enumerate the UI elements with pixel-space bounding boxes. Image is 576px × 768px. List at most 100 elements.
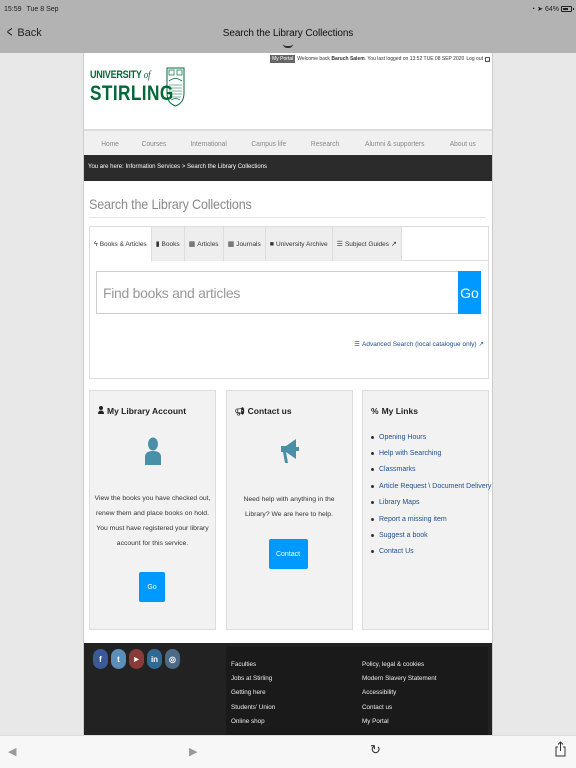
back-arrow-icon[interactable]: ◀: [8, 745, 16, 758]
social-links: f t ▶ in ◎: [93, 649, 180, 669]
footer-link[interactable]: Students' Union: [231, 704, 275, 718]
forward-arrow-icon[interactable]: ▶: [189, 745, 197, 758]
bolt-icon: ϟ: [94, 240, 98, 248]
site-footer: f t ▶ in ◎ Faculties Jobs at Stirling Ge…: [84, 643, 492, 735]
link-help-searching[interactable]: Help with Searching: [371, 445, 491, 461]
search-input[interactable]: [96, 271, 458, 314]
browser-top-bar: 15:59 Tue 8 Sep ◔ ➤ 64% < Back Search th…: [0, 0, 576, 53]
link-contact-us[interactable]: Contact Us: [371, 544, 491, 560]
link-article-request[interactable]: Article Request \ Document Delivery: [371, 478, 491, 494]
list-icon: ☰: [336, 241, 343, 248]
reload-icon[interactable]: ↻: [370, 742, 381, 758]
link-classmarks[interactable]: Classmarks: [371, 462, 491, 478]
search-panel: ϟ Books & Articles ▮ Books ▦ Articles ▦ …: [89, 226, 489, 379]
archive-icon: ■: [269, 240, 274, 248]
tab-subject-guides[interactable]: ☰ Subject Guides ↗: [332, 227, 402, 261]
bullhorn-icon: 📢︎: [234, 406, 245, 416]
footer-link[interactable]: Jobs at Stirling: [231, 675, 275, 689]
search-form: Go: [96, 271, 481, 314]
share-icon[interactable]: [555, 741, 566, 760]
status-date: Tue 8 Sep: [26, 5, 59, 13]
newspaper-icon: ▦: [188, 241, 196, 248]
nav-campus-life[interactable]: Campus life: [252, 139, 287, 148]
newspaper-icon: ▦: [227, 241, 235, 248]
wifi-icon: ◔: [530, 5, 536, 13]
browser-bottom-bar: ◀ ▶ ↻: [0, 735, 576, 768]
tab-university-archive[interactable]: ■ University Archive: [265, 227, 333, 261]
logout-link[interactable]: Log out: [466, 56, 483, 62]
tab-articles[interactable]: ▦ Articles: [184, 227, 224, 261]
info-cards: My Library Account View the books you ha…: [89, 390, 491, 630]
footer-link[interactable]: Contact us: [362, 704, 437, 718]
list-icon: ☰: [354, 341, 360, 348]
my-links-card: % My Links Opening Hours Help with Searc…: [362, 390, 491, 630]
collapse-chevron-icon[interactable]: [283, 44, 293, 48]
nav-research[interactable]: Research: [311, 139, 339, 148]
library-account-card: My Library Account View the books you ha…: [89, 390, 216, 630]
footer-link[interactable]: Policy, legal & cookies: [362, 661, 437, 675]
tab-books[interactable]: ▮ Books: [151, 227, 185, 261]
youtube-icon[interactable]: ▶: [129, 649, 144, 669]
university-logo[interactable]: UNIVERSITY of STIRLING: [90, 67, 190, 111]
tab-journals[interactable]: ▦ Journals: [223, 227, 266, 261]
external-link-icon: ↗: [391, 241, 397, 248]
card-text: View the books you have checked out, ren…: [94, 495, 211, 547]
page-heading: Search the Library Collections: [89, 196, 252, 212]
link-library-maps[interactable]: Library Maps: [371, 495, 491, 511]
nav-home[interactable]: Home: [101, 139, 119, 148]
contact-card: 📢︎ Contact us Need help with anything in…: [225, 390, 353, 630]
footer-link[interactable]: Faculties: [231, 661, 275, 675]
footer-col-1: Faculties Jobs at Stirling Getting here …: [231, 661, 275, 732]
footer-link[interactable]: Online shop: [231, 718, 275, 732]
facebook-icon[interactable]: f: [93, 649, 108, 669]
link-icon: %: [371, 406, 379, 416]
status-time: 15:59: [4, 5, 22, 13]
heading-divider: [89, 217, 486, 218]
card-title: Contact us: [247, 406, 292, 416]
nav-international[interactable]: International: [190, 139, 226, 148]
linkedin-icon[interactable]: in: [147, 649, 162, 669]
tab-books-articles[interactable]: ϟ Books & Articles: [90, 227, 152, 262]
footer-link[interactable]: Accessibility: [362, 689, 437, 703]
instagram-icon[interactable]: ◎: [165, 649, 180, 669]
search-tabs: ϟ Books & Articles ▮ Books ▦ Articles ▦ …: [90, 227, 488, 262]
account-go-button[interactable]: Go: [139, 572, 165, 602]
card-title: My Links: [381, 406, 418, 416]
card-text: Need help with anything in the Library? …: [243, 496, 335, 518]
user-icon: [98, 406, 104, 416]
main-navigation: Home Courses International Campus life R…: [84, 129, 492, 155]
footer-link[interactable]: Modern Slavery Statement: [362, 675, 437, 689]
search-go-button[interactable]: Go: [458, 271, 481, 314]
link-suggest-book[interactable]: Suggest a book: [371, 527, 491, 543]
user-name: Baruch Salem: [331, 56, 365, 62]
footer-link[interactable]: My Portal: [362, 718, 437, 732]
links-list: Opening Hours Help with Searching Classm…: [371, 429, 491, 560]
crest-icon: [166, 67, 185, 107]
card-title: My Library Account: [107, 406, 187, 416]
twitter-icon[interactable]: t: [111, 649, 126, 669]
link-report-missing[interactable]: Report a missing item: [371, 511, 491, 527]
my-portal-button[interactable]: My Portal: [270, 55, 296, 63]
footer-col-2: Policy, legal & cookies Modern Slavery S…: [362, 661, 437, 732]
battery-icon: [561, 6, 574, 12]
location-icon: ➤: [537, 6, 543, 13]
advanced-search-link[interactable]: ☰ Advanced Search (local catalogue only)…: [354, 340, 484, 349]
nav-alumni[interactable]: Alumni & supporters: [365, 139, 424, 148]
status-bar: 15:59 Tue 8 Sep ◔ ➤ 64%: [4, 3, 574, 15]
book-icon: ▮: [155, 241, 160, 248]
bullhorn-large-icon: [227, 437, 352, 470]
page-title-bar: Search the Library Collections: [222, 28, 354, 39]
web-page: My Portal Welcome back Baruch Salem. You…: [83, 53, 493, 735]
external-link-icon: ↗: [478, 341, 484, 348]
battery-percent: 64%: [544, 5, 559, 13]
footer-links: Faculties Jobs at Stirling Getting here …: [226, 647, 488, 735]
contact-button[interactable]: Contact: [268, 539, 308, 569]
logout-icon[interactable]: →: [485, 56, 490, 62]
nav-about-us[interactable]: About us: [450, 139, 476, 148]
link-opening-hours[interactable]: Opening Hours: [371, 429, 491, 445]
breadcrumb: You are here: Information Services > Sea…: [84, 155, 492, 181]
welcome-text: Welcome back Baruch Salem. You last logg…: [297, 56, 465, 62]
nav-courses[interactable]: Courses: [142, 139, 167, 148]
portal-bar: My Portal Welcome back Baruch Salem. You…: [270, 54, 490, 64]
footer-link[interactable]: Getting here: [231, 689, 275, 703]
